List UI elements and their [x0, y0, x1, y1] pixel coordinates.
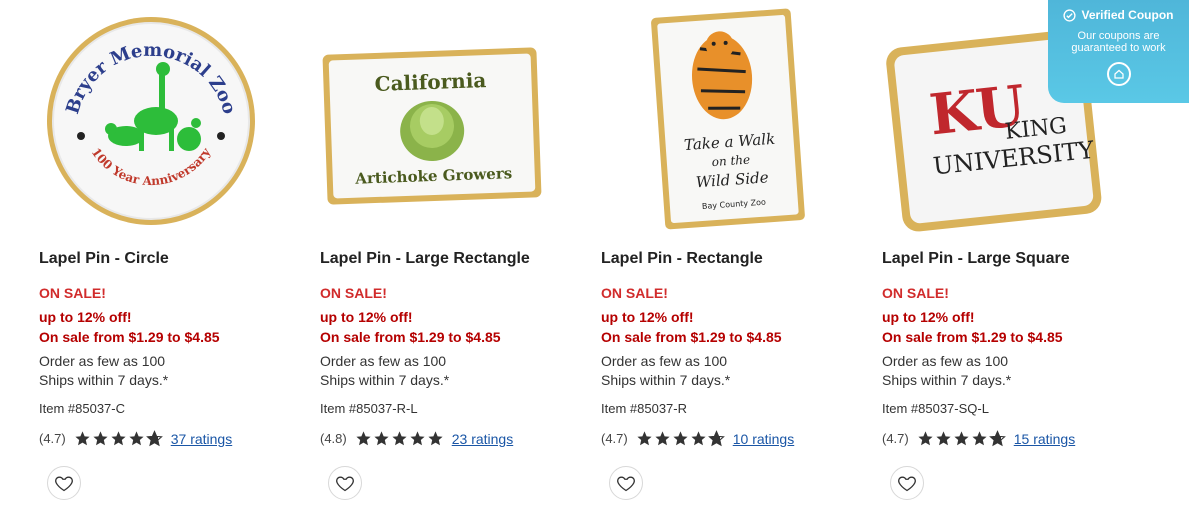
favorite-button[interactable]: [609, 466, 643, 500]
star-icon: [954, 431, 969, 446]
min-order-text: Order as few as 100: [601, 353, 728, 369]
rectangle-pin-image: Take a Walk on the Wild Side Bay County …: [651, 8, 805, 230]
star-icon: [428, 431, 443, 446]
price-range: On sale from $1.29 to $4.85: [882, 329, 1063, 345]
min-order-text: Order as few as 100: [882, 353, 1009, 369]
sale-label: ON SALE!: [882, 285, 949, 301]
price-range: On sale from $1.29 to $4.85: [39, 329, 220, 345]
ratings-link[interactable]: 10 ratings: [733, 431, 794, 447]
check-circle-icon: [1063, 8, 1077, 22]
star-icon: [691, 431, 706, 446]
item-number: Item #85037-SQ-L: [882, 401, 989, 416]
product-title[interactable]: Lapel Pin - Large Rectangle: [320, 250, 530, 268]
sale-label: ON SALE!: [320, 285, 387, 301]
ships-text: Ships within 7 days.*: [39, 372, 169, 388]
ships-text: Ships within 7 days.*: [882, 372, 1012, 388]
min-order-text: Order as few as 100: [320, 353, 447, 369]
rating-value: (4.7): [601, 431, 628, 446]
star-icon: [111, 431, 126, 446]
star-rating: [917, 430, 1006, 447]
star-icon: [972, 431, 987, 446]
product-title[interactable]: Lapel Pin - Circle: [39, 250, 169, 268]
star-icon: [936, 431, 951, 446]
discount-text: up to 12% off!: [320, 309, 413, 325]
ratings-link[interactable]: 23 ratings: [452, 431, 513, 447]
ratings-link[interactable]: 15 ratings: [1014, 431, 1075, 447]
half-star-icon: [145, 430, 163, 447]
star-icon: [655, 431, 670, 446]
coupon-text: Our coupons are guaranteed to work: [1071, 30, 1166, 54]
item-number: Item #85037-R: [601, 401, 687, 416]
coupon-header: Verified Coupon: [1058, 8, 1179, 22]
rating-row: (4.7) 15 ratings: [882, 430, 1075, 447]
star-icon: [356, 431, 371, 446]
favorite-button[interactable]: [47, 466, 81, 500]
half-star-icon: [707, 430, 725, 447]
large-rectangle-pin-image: California Artichoke Growers: [322, 47, 542, 204]
product-image[interactable]: California Artichoke Growers: [312, 8, 552, 233]
ships-text: Ships within 7 days.*: [320, 372, 450, 388]
coupon-title: Verified Coupon: [1081, 8, 1174, 22]
star-icon: [93, 431, 108, 446]
product-card[interactable]: California Artichoke Growers Lapel Pin -…: [320, 0, 580, 505]
pin-text-line2: on the: [711, 153, 750, 170]
item-number: Item #85037-C: [39, 401, 125, 416]
heart-icon: [898, 476, 916, 492]
star-icon: [410, 431, 425, 446]
star-rating: [636, 430, 725, 447]
star-icon: [374, 431, 389, 446]
min-order-text: Order as few as 100: [39, 353, 166, 369]
star-icon: [129, 431, 144, 446]
sale-label: ON SALE!: [601, 285, 668, 301]
verified-coupon-badge[interactable]: Verified Coupon Our coupons are guarante…: [1048, 0, 1189, 103]
product-card[interactable]: Take a Walk on the Wild Side Bay County …: [601, 0, 861, 505]
price-range: On sale from $1.29 to $4.85: [320, 329, 501, 345]
rating-row: (4.7) 10 ratings: [601, 430, 794, 447]
half-star-icon: [988, 430, 1006, 447]
product-title[interactable]: Lapel Pin - Large Square: [882, 250, 1070, 268]
discount-text: up to 12% off!: [882, 309, 975, 325]
star-icon: [637, 431, 652, 446]
heart-icon: [336, 476, 354, 492]
heart-icon: [55, 476, 73, 492]
favorite-button[interactable]: [328, 466, 362, 500]
rating-value: (4.7): [39, 431, 66, 446]
star-rating: [355, 430, 444, 447]
price-range: On sale from $1.29 to $4.85: [601, 329, 782, 345]
product-image[interactable]: Bryer Memorial Zoo 100 Year Anniversary: [31, 8, 271, 233]
star-icon: [918, 431, 933, 446]
product-grid: Bryer Memorial Zoo 100 Year Anniversary: [0, 0, 1189, 505]
star-icon: [673, 431, 688, 446]
product-card[interactable]: Bryer Memorial Zoo 100 Year Anniversary: [39, 0, 299, 505]
favorite-button[interactable]: [890, 466, 924, 500]
star-icon: [392, 431, 407, 446]
circle-pin-image: Bryer Memorial Zoo 100 Year Anniversary: [47, 16, 255, 225]
product-title[interactable]: Lapel Pin - Rectangle: [601, 250, 763, 268]
star-rating: [74, 430, 163, 447]
sale-label: ON SALE!: [39, 285, 106, 301]
discount-text: up to 12% off!: [601, 309, 694, 325]
rating-row: (4.8) 23 ratings: [320, 430, 513, 447]
ships-text: Ships within 7 days.*: [601, 372, 731, 388]
rating-value: (4.7): [882, 431, 909, 446]
discount-text: up to 12% off!: [39, 309, 132, 325]
rating-row: (4.7) 37 ratings: [39, 430, 232, 447]
ratings-link[interactable]: 37 ratings: [171, 431, 232, 447]
rating-value: (4.8): [320, 431, 347, 446]
pin-top-text: California: [374, 68, 486, 96]
star-icon: [75, 431, 90, 446]
shield-icon: [1106, 62, 1131, 86]
item-number: Item #85037-R-L: [320, 401, 418, 416]
heart-icon: [617, 476, 635, 492]
product-image[interactable]: Take a Walk on the Wild Side Bay County …: [593, 8, 833, 233]
